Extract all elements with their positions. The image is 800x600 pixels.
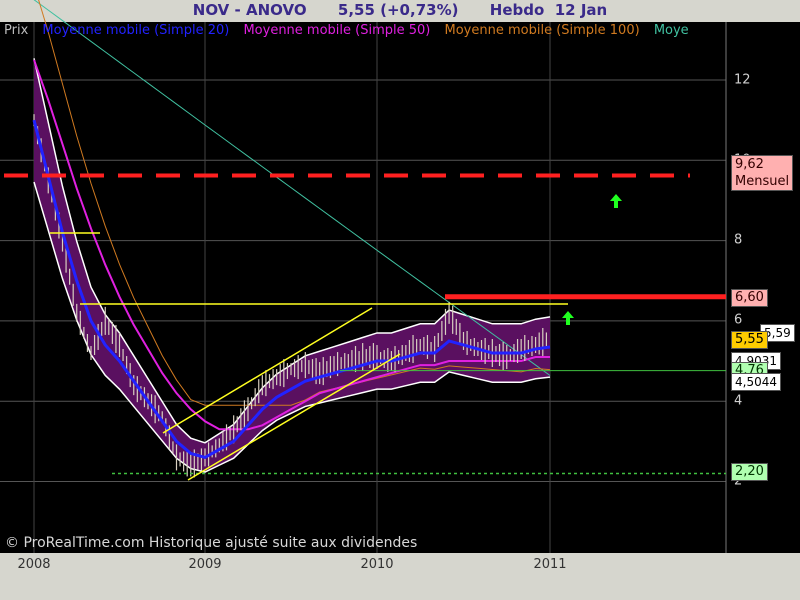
x-tick-label: 2009 xyxy=(188,557,222,572)
x-axis-bar xyxy=(0,553,800,600)
x-tick-label: 2011 xyxy=(533,557,567,572)
legend: Prix Moyenne mobile (Simple 20) Moyenne … xyxy=(4,23,726,38)
legend-ma20: Moyenne mobile (Simple 20) xyxy=(42,23,230,38)
resistance-monthly-tag: 9,62 Mensuel xyxy=(731,155,794,191)
price-chart xyxy=(0,0,727,553)
low-support-tag: 2,20 xyxy=(731,463,768,481)
ma-value-tag: 4,5044 xyxy=(731,373,781,391)
watermark: © ProRealTime.com Historique ajusté suit… xyxy=(5,535,418,551)
y-tick-label: 4 xyxy=(734,393,743,409)
last-price-tag: 5,55 xyxy=(731,331,768,349)
resistance-tag: 6,60 xyxy=(731,289,768,307)
resistance-monthly-label: Mensuel xyxy=(735,174,790,189)
y-tick-label: 8 xyxy=(734,232,743,248)
x-tick-label: 2010 xyxy=(360,557,394,572)
legend-price: Prix xyxy=(4,23,29,38)
legend-ma50: Moyenne mobile (Simple 50) xyxy=(243,23,431,38)
legend-ma100: Moyenne mobile (Simple 100) xyxy=(444,23,640,38)
y-tick-label: 6 xyxy=(734,312,743,328)
legend-ma200: Moye xyxy=(653,23,689,38)
y-tick-label: 12 xyxy=(734,72,751,88)
x-tick-label: 2008 xyxy=(17,557,51,572)
resistance-monthly-value: 9,62 xyxy=(735,157,764,172)
